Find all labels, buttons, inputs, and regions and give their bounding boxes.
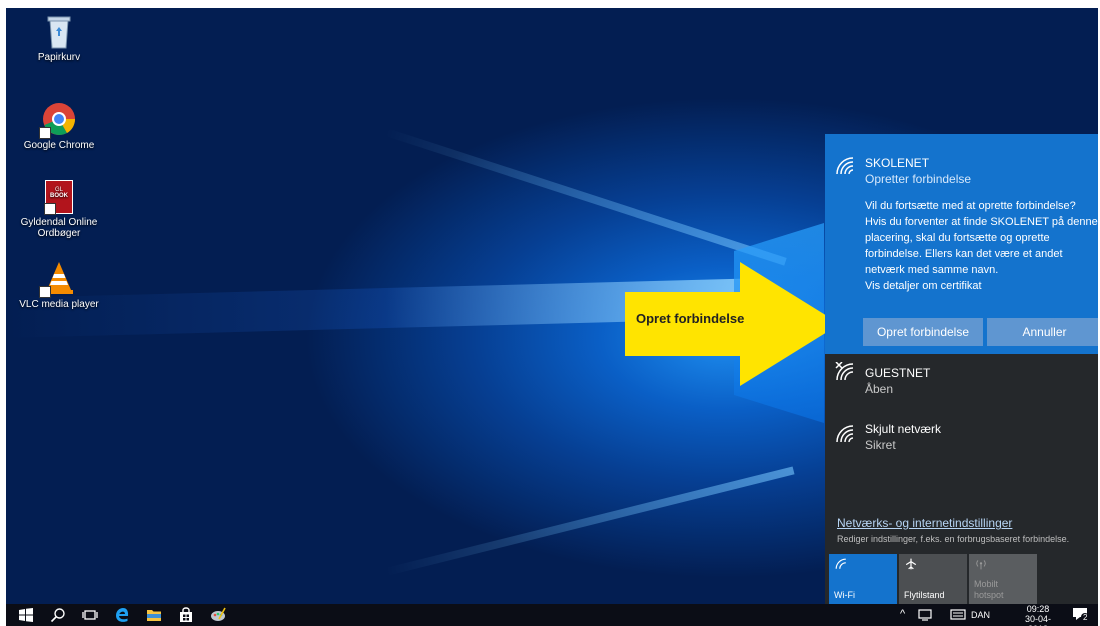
- quick-action-label: Mobilt hotspot: [974, 579, 1004, 600]
- desktop-icon-label: Gyldendal Online: [20, 217, 98, 228]
- network-status: Opretter forbindelse: [865, 172, 972, 186]
- clock[interactable]: 09:28 30-04-2018: [1016, 604, 1060, 626]
- network-flyout: SKOLENET Opretter forbindelse Vil du for…: [825, 134, 1098, 604]
- shortcut-arrow-icon: [39, 286, 51, 298]
- network-settings-link[interactable]: Netværks- og internetindstillinger: [837, 516, 1012, 530]
- shortcut-arrow-icon: [39, 127, 51, 139]
- selected-network-panel[interactable]: SKOLENET Opretter forbindelse Vil du for…: [825, 134, 1098, 354]
- hotspot-icon: [976, 560, 986, 570]
- shortcut-arrow-icon: [44, 203, 56, 215]
- clock-date: 30-04-2018: [1024, 614, 1051, 626]
- connection-prompt: Vil du fortsætte med at oprette forbinde…: [865, 198, 1098, 294]
- paint-icon[interactable]: [210, 607, 226, 623]
- taskbar: ^ DAN 09:28 30-04-2018 2: [6, 604, 1098, 626]
- vlc-icon: [39, 260, 77, 298]
- chrome-icon: [39, 101, 77, 139]
- wallpaper-beam: [384, 128, 787, 266]
- show-hidden-icons-chevron-icon[interactable]: ^: [900, 608, 905, 620]
- wifi-open-icon: [835, 362, 854, 381]
- desktop-icon-label: VLC media player: [19, 299, 99, 310]
- edge-icon[interactable]: [114, 607, 130, 623]
- desktop-icon-vlc[interactable]: VLC media player: [14, 260, 104, 310]
- language-indicator[interactable]: DAN: [971, 610, 990, 620]
- file-explorer-icon[interactable]: [146, 607, 162, 623]
- network-name: Skjult netværk: [865, 422, 942, 436]
- annotation-label: Opret forbindelse: [636, 311, 745, 326]
- wifi-icon: [835, 558, 846, 569]
- wallpaper-beam: [385, 466, 795, 576]
- certificate-details-link[interactable]: Vis detaljer om certifikat: [865, 278, 1098, 294]
- network-item[interactable]: Skjult netværk Sikret: [825, 414, 1098, 458]
- network-status: Sikret: [865, 438, 896, 452]
- wifi-secured-icon: [836, 425, 854, 443]
- network-item[interactable]: GUESTNET Åben: [825, 358, 1098, 402]
- network-status: Åben: [865, 382, 894, 396]
- recycle-bin-icon: [41, 13, 77, 49]
- network-tray-icon[interactable]: [918, 609, 932, 621]
- desktop-icon-recycle-bin[interactable]: Papirkurv: [14, 13, 104, 63]
- task-view-icon[interactable]: [82, 607, 98, 623]
- quick-action-airplane[interactable]: Flytilstand: [899, 554, 967, 604]
- wifi-secured-icon: [836, 157, 854, 175]
- quick-action-hotspot[interactable]: Mobilt hotspot: [969, 554, 1037, 604]
- search-icon[interactable]: [50, 607, 66, 623]
- connect-button[interactable]: Opret forbindelse: [863, 318, 983, 346]
- store-icon[interactable]: [178, 607, 194, 623]
- clock-time: 09:28: [1026, 604, 1050, 614]
- windows-start-icon[interactable]: [18, 607, 34, 623]
- quick-action-label: Wi-Fi: [834, 590, 855, 600]
- desktop-icon-label: Papirkurv: [37, 52, 81, 63]
- action-center-button[interactable]: 2: [1072, 606, 1092, 624]
- gyldendal-icon: GL BOOK: [44, 180, 73, 215]
- network-settings-description: Rediger indstillinger, f.eks. en forbrug…: [837, 534, 1070, 544]
- desktop-icon-label: Google Chrome: [23, 140, 95, 151]
- network-name: GUESTNET: [865, 366, 931, 380]
- keyboard-tray-icon[interactable]: [950, 609, 966, 621]
- quick-action-label: Flytilstand: [904, 590, 945, 600]
- airplane-icon: [905, 558, 917, 570]
- desktop-icon-label: Ordbøger: [37, 228, 81, 239]
- network-name: SKOLENET: [865, 156, 930, 170]
- desktop-icon-chrome[interactable]: Google Chrome: [14, 101, 104, 151]
- cancel-button[interactable]: Annuller: [987, 318, 1098, 346]
- desktop: Papirkurv Google Chrome GL BOOK Gyldenda…: [6, 8, 1098, 626]
- quick-action-wifi[interactable]: Wi-Fi: [829, 554, 897, 604]
- desktop-icon-gyldendal[interactable]: GL BOOK Gyldendal Online Ordbøger: [14, 180, 104, 239]
- notification-count: 2: [1081, 613, 1090, 622]
